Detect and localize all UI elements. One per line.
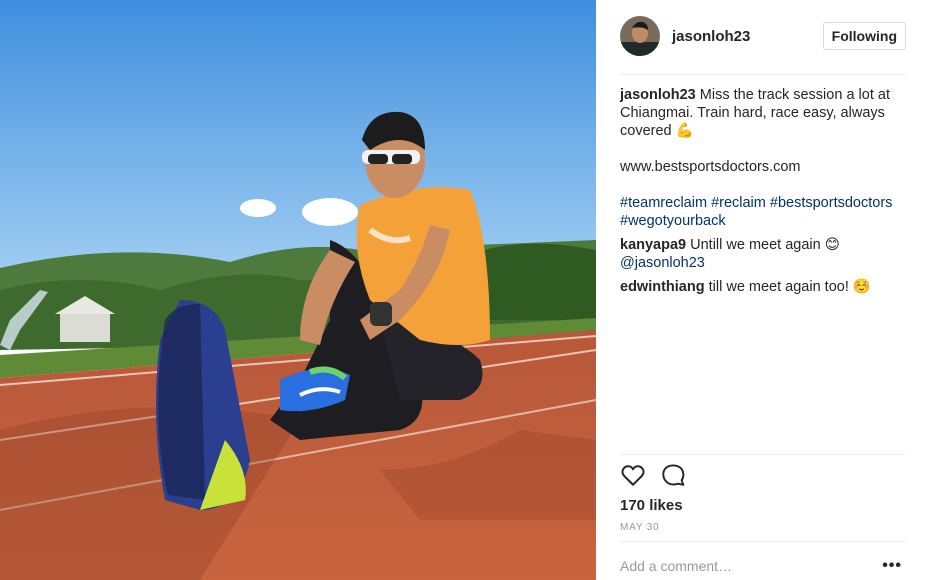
header-divider: [620, 74, 906, 75]
caption-emoji: 💪: [675, 123, 694, 139]
following-button[interactable]: Following: [822, 22, 906, 50]
post-header: jasonloh23 Following: [620, 14, 906, 58]
header-username[interactable]: jasonloh23: [672, 28, 750, 45]
comment-item: edwinthiang till we meet again too! ☺️: [620, 278, 908, 296]
avatar[interactable]: [620, 16, 660, 56]
caption-link: www.bestsportsdoctors.com: [620, 158, 908, 176]
add-comment-input[interactable]: [620, 558, 883, 574]
comment-bubble-icon[interactable]: [660, 462, 686, 488]
caption-author[interactable]: jasonloh23: [620, 87, 696, 103]
caption-link-text: www.bestsportsdoctors.com: [620, 159, 801, 175]
post-actions: [620, 462, 686, 488]
runner-on-track-photo: [0, 0, 596, 580]
post-photo[interactable]: [0, 0, 596, 580]
comments-section: jasonloh23 Miss the track session a lot …: [620, 86, 908, 296]
hashtag[interactable]: #bestsportsdoctors: [770, 195, 893, 211]
post-sidebar: jasonloh23 Following jasonloh23 Miss the…: [596, 0, 928, 580]
actions-divider: [620, 454, 906, 455]
caption-hashtags: #teamreclaim #reclaim #bestsportsdoctors…: [620, 194, 908, 230]
hashtag[interactable]: #wegotyourback: [620, 213, 726, 229]
comment-author[interactable]: kanyapa9: [620, 237, 686, 253]
comment-text: Untill we meet again: [690, 237, 821, 253]
comment-divider: [620, 541, 906, 542]
comment-mention[interactable]: @jasonloh23: [620, 255, 705, 271]
comment-text: till we meet again too!: [708, 279, 849, 295]
heart-icon[interactable]: [620, 462, 646, 488]
hashtag[interactable]: #teamreclaim: [620, 195, 707, 211]
add-comment-bar: •••: [620, 558, 902, 574]
comment-emoji: ☺️: [852, 279, 871, 295]
comment-emoji: 😊: [824, 237, 840, 253]
more-options-icon[interactable]: •••: [882, 558, 902, 574]
avatar-photo: [620, 16, 660, 56]
comment-item: kanyapa9 Untill we meet again 😊 @jasonlo…: [620, 236, 908, 272]
likes-count[interactable]: 170 likes: [620, 497, 683, 514]
hashtag[interactable]: #reclaim: [711, 195, 766, 211]
caption: jasonloh23 Miss the track session a lot …: [620, 86, 908, 140]
post-date[interactable]: MAY 30: [620, 522, 659, 533]
comment-author[interactable]: edwinthiang: [620, 279, 705, 295]
